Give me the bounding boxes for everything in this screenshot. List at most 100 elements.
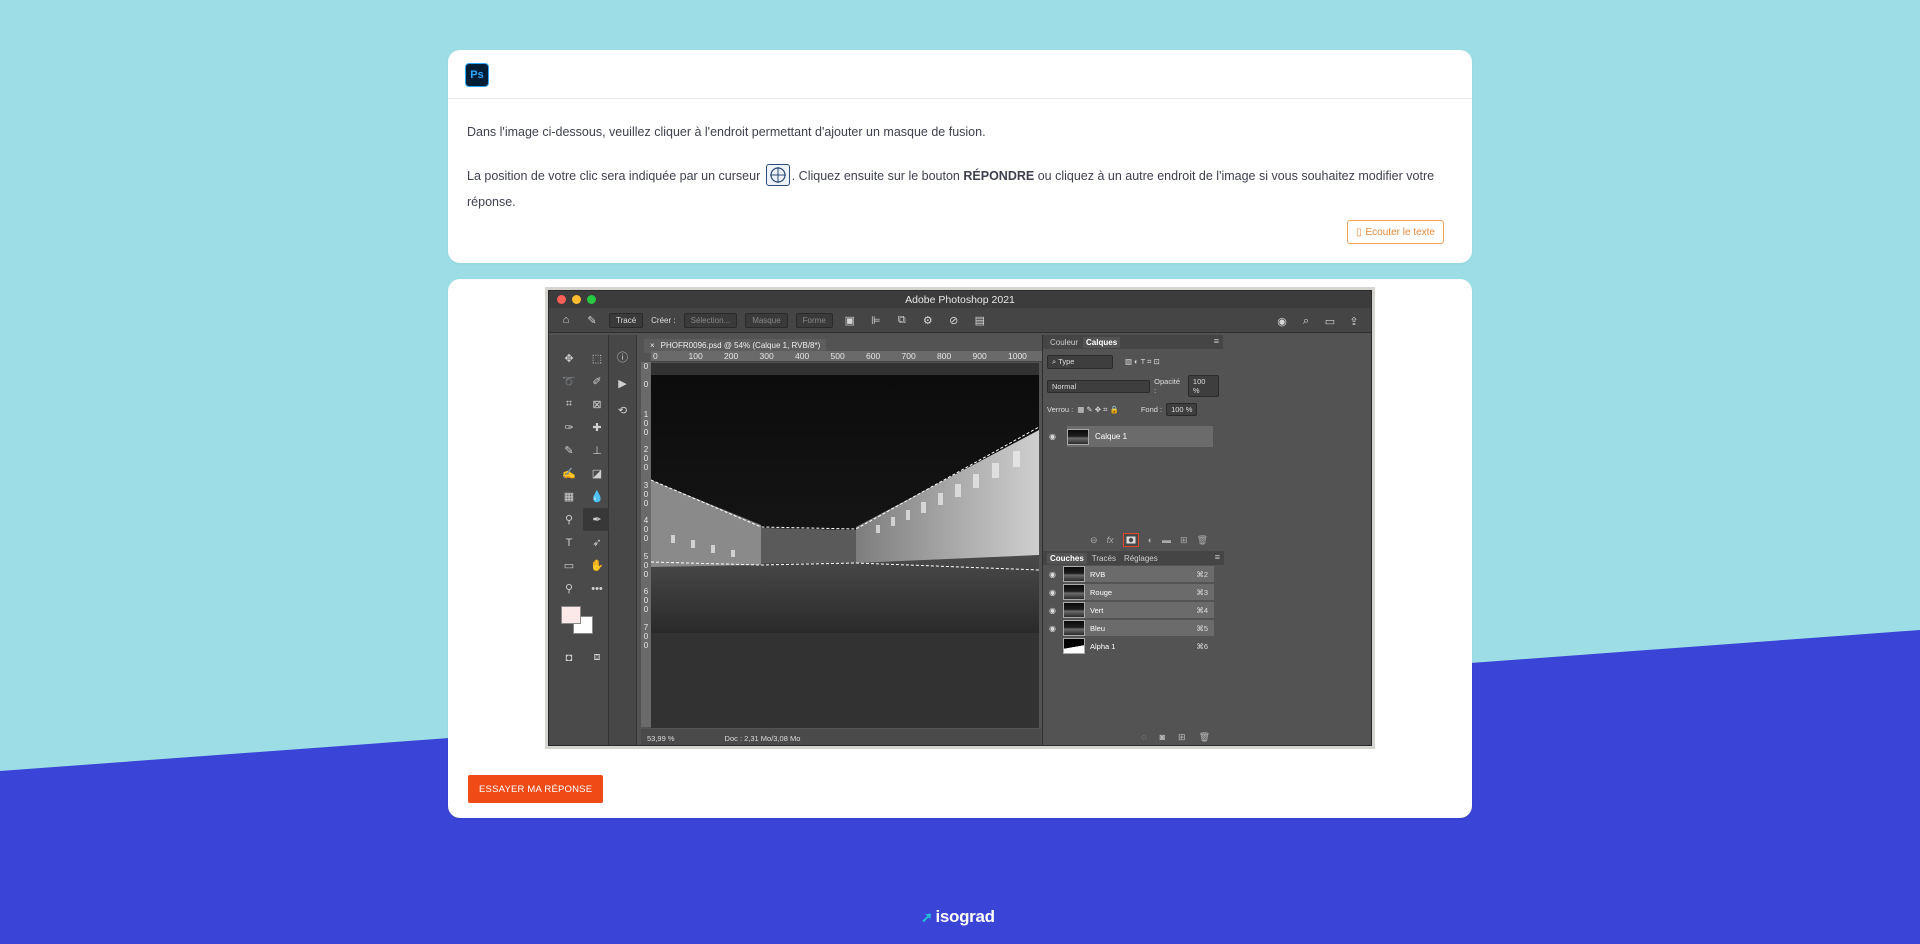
actions-play-icon[interactable]: ▶ bbox=[609, 370, 636, 397]
tab-traces[interactable]: Tracés bbox=[1089, 553, 1119, 564]
close-tab-icon[interactable]: × bbox=[650, 341, 655, 350]
ruler-tick-label: 0 bbox=[653, 351, 658, 361]
panel-dock: ⓘ ▶ ⟲ bbox=[609, 335, 637, 745]
type-tool-icon[interactable]: T bbox=[555, 531, 583, 554]
visibility-eye-icon[interactable]: ◉ bbox=[1049, 432, 1056, 441]
save-selection-icon[interactable]: ◙ bbox=[1160, 732, 1165, 742]
listen-button[interactable]: ▯ Ecouter le texte bbox=[1347, 220, 1444, 244]
frame-tool-icon[interactable]: ⊠ bbox=[583, 393, 611, 416]
align-icon[interactable]: ⊫ bbox=[867, 311, 885, 329]
quick-select-tool-icon[interactable]: ✐ bbox=[583, 370, 611, 393]
lock-label: Verrou : bbox=[1047, 405, 1074, 414]
blur-tool-icon[interactable]: 💧 bbox=[583, 485, 611, 508]
marquee-tool-icon[interactable]: ⬚ bbox=[583, 347, 611, 370]
foreground-color[interactable] bbox=[561, 606, 581, 624]
new-channel-icon[interactable]: ⊞ bbox=[1178, 732, 1186, 743]
crop-tool-icon[interactable]: ⌗ bbox=[555, 393, 583, 416]
add-layer-mask-icon[interactable] bbox=[1122, 533, 1139, 547]
ruler-tick-label: 900 bbox=[972, 351, 987, 361]
close-dot-icon[interactable] bbox=[557, 295, 566, 304]
doc-size[interactable]: Doc : 2,31 Mo/3,08 Mo bbox=[725, 734, 801, 743]
channel-row[interactable]: ◉ RVB ⌘2 bbox=[1049, 566, 1214, 582]
delete-channel-icon[interactable]: 🗑 bbox=[1199, 732, 1210, 743]
info-icon[interactable]: ⓘ bbox=[609, 343, 636, 370]
mask-button[interactable]: Masque bbox=[745, 312, 788, 328]
maximize-dot-icon[interactable] bbox=[587, 295, 596, 304]
channel-row[interactable]: ◉ Vert ⌘4 bbox=[1049, 602, 1214, 618]
filter-icons[interactable]: ▧ ◐ T ⌗ ⊡ bbox=[1125, 357, 1160, 367]
channel-row[interactable]: ◉ Rouge ⌘3 bbox=[1049, 584, 1214, 600]
dodge-tool-icon[interactable]: ⚲ bbox=[555, 508, 583, 531]
card-header: Ps bbox=[448, 50, 1472, 99]
pen-tool-icon[interactable]: ✎ bbox=[583, 311, 601, 329]
layer-thumbnail bbox=[1067, 428, 1089, 445]
tab-reglages[interactable]: Réglages bbox=[1121, 553, 1161, 564]
gradient-tool-icon[interactable]: ▦ bbox=[555, 485, 583, 508]
more-tools-icon[interactable]: ••• bbox=[583, 577, 611, 600]
tab-couleur[interactable]: Couleur bbox=[1047, 337, 1081, 348]
path-select-tool-icon[interactable]: ➶ bbox=[583, 531, 611, 554]
color-swatches[interactable] bbox=[561, 606, 608, 646]
rectangle-tool-icon[interactable]: ▭ bbox=[555, 554, 583, 577]
stamp-tool-icon[interactable]: ⊥ bbox=[583, 439, 611, 462]
tab-couches[interactable]: Couches bbox=[1047, 552, 1087, 564]
selection-button[interactable]: Sélection... bbox=[683, 312, 738, 328]
screen-mode-icon[interactable]: ⧈ bbox=[583, 646, 611, 669]
gear-icon[interactable]: ⚙ bbox=[919, 311, 937, 329]
blend-mode-dropdown[interactable]: Normal bbox=[1047, 379, 1151, 393]
link-layers-icon[interactable]: ⊖ bbox=[1090, 535, 1098, 546]
visibility-eye-icon[interactable]: ◉ bbox=[1049, 624, 1056, 633]
hand-tool-icon[interactable]: ✋ bbox=[583, 554, 611, 577]
history-icon[interactable]: ⟲ bbox=[609, 397, 636, 424]
zoom-tool-icon[interactable]: ⚲ bbox=[555, 577, 583, 600]
load-selection-icon[interactable]: ◌ bbox=[1141, 732, 1146, 742]
try-answer-button[interactable]: ESSAYER MA RÉPONSE bbox=[468, 775, 604, 803]
photoshop-screenshot[interactable]: Adobe Photoshop 2021 ⌂ ✎ Tracé Créer : S… bbox=[545, 287, 1375, 749]
tab-calques[interactable]: Calques bbox=[1083, 336, 1121, 348]
lasso-tool-icon[interactable]: ➰ bbox=[555, 370, 583, 393]
move-tool-icon[interactable]: ✥ bbox=[555, 347, 583, 370]
opacity-input[interactable]: 100 % bbox=[1187, 375, 1219, 397]
eyedropper-tool-icon[interactable]: ✑ bbox=[555, 416, 583, 439]
filter-type-dropdown[interactable]: ⌕ Type bbox=[1047, 355, 1113, 369]
history-brush-icon[interactable]: ✍ bbox=[555, 462, 583, 485]
channel-row[interactable]: Alpha 1 ⌘6 bbox=[1063, 638, 1214, 654]
zoom-level[interactable]: 53,99 % bbox=[647, 734, 675, 743]
visibility-eye-icon[interactable]: ◉ bbox=[1049, 588, 1056, 597]
channels-menu-icon[interactable]: ≡ bbox=[1215, 552, 1220, 562]
brush-tool-icon[interactable]: ✎ bbox=[555, 439, 583, 462]
search-icon[interactable]: ⌕ bbox=[1297, 312, 1315, 330]
tool-grid-bottom: ◘ ⧈ bbox=[549, 646, 608, 669]
healing-tool-icon[interactable]: ✚ bbox=[583, 416, 611, 439]
home-icon[interactable]: ⌂ bbox=[557, 311, 575, 329]
auto-add-delete-icon[interactable]: ⊘ bbox=[945, 311, 963, 329]
account-icon[interactable]: ◉ bbox=[1273, 312, 1291, 330]
quick-mask-icon[interactable]: ◘ bbox=[555, 646, 583, 669]
delete-layer-icon[interactable]: 🗑 bbox=[1197, 535, 1208, 546]
new-layer-icon[interactable]: ⊞ bbox=[1180, 535, 1188, 546]
channel-row[interactable]: ◉ Bleu ⌘5 bbox=[1049, 620, 1214, 636]
align-edges-icon[interactable]: ▤ bbox=[971, 311, 989, 329]
shape-button[interactable]: Forme bbox=[795, 312, 833, 328]
canvas[interactable] bbox=[651, 363, 1039, 728]
group-folder-icon[interactable]: ▬ bbox=[1162, 535, 1171, 545]
mode-dropdown[interactable]: Tracé bbox=[609, 312, 644, 328]
path-ops-icon[interactable]: ▣ bbox=[841, 311, 859, 329]
fill-input[interactable]: 100 % bbox=[1166, 403, 1198, 416]
ruler-tick-label: 4 0 0 bbox=[643, 516, 649, 543]
vertical-ruler: 0 0 1 0 0 2 0 0 3 0 0 4 0 0 5 0 0 6 0 0 7 0 0 bbox=[641, 362, 651, 727]
fx-icon[interactable]: fx bbox=[1107, 535, 1114, 545]
eraser-tool-icon[interactable]: ◪ bbox=[583, 462, 611, 485]
visibility-eye-icon[interactable]: ◉ bbox=[1049, 570, 1056, 579]
adjustment-layer-icon[interactable]: ◐ bbox=[1148, 535, 1153, 545]
layer-calque-1[interactable]: ◉ Calque 1 bbox=[1049, 426, 1213, 447]
share-icon[interactable]: ⇪ bbox=[1345, 312, 1363, 330]
minimize-dot-icon[interactable] bbox=[572, 295, 581, 304]
lock-icons[interactable]: ▦ ✎ ✥ ⌗ 🔒 bbox=[1077, 405, 1119, 415]
panel-menu-icon[interactable]: ≡ bbox=[1214, 336, 1219, 346]
pen-tool-icon[interactable]: ✒ bbox=[583, 508, 611, 531]
visibility-eye-icon[interactable]: ◉ bbox=[1049, 606, 1056, 615]
arrange-icon[interactable]: ⧉ bbox=[893, 311, 911, 329]
workspace-icon[interactable]: ▭ bbox=[1321, 312, 1339, 330]
arrow-icon: ➚ bbox=[921, 908, 933, 925]
